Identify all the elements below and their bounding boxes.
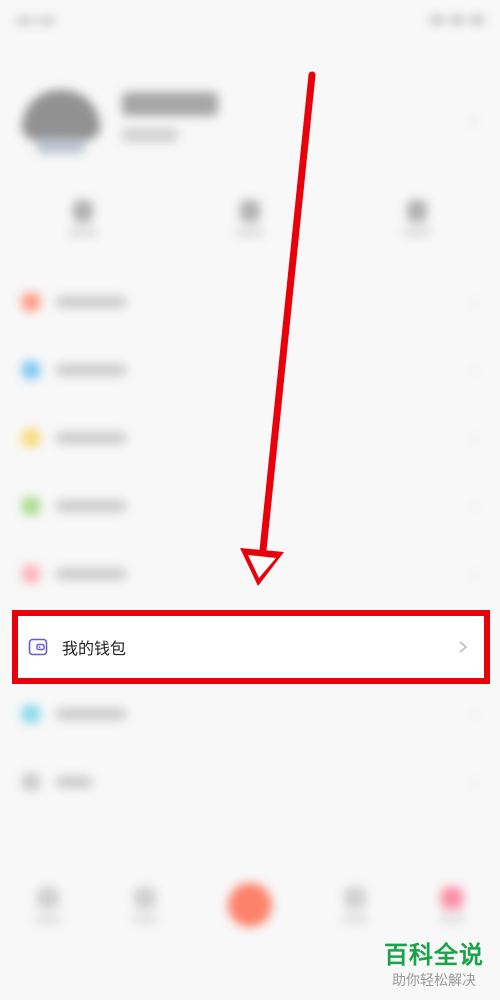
menu-item[interactable]: › bbox=[0, 268, 500, 336]
menu-item[interactable]: › bbox=[0, 540, 500, 608]
menu-list: › › › › › › › bbox=[0, 268, 500, 816]
avatar-badge bbox=[36, 138, 86, 154]
menu-item[interactable]: › bbox=[0, 472, 500, 540]
watermark: 百科全说 助你轻松解决 bbox=[384, 935, 484, 990]
chevron-right-icon: › bbox=[470, 108, 478, 132]
profile-name bbox=[122, 92, 218, 116]
menu-item[interactable]: › bbox=[0, 336, 500, 404]
stat-item[interactable] bbox=[230, 200, 270, 236]
my-wallet-label: 我的钱包 bbox=[62, 639, 127, 658]
nav-item[interactable] bbox=[131, 887, 158, 923]
blurred-background: ▪▪ ▪▪ › › › › › › › › bbox=[0, 0, 500, 1000]
stat-item[interactable] bbox=[63, 200, 103, 236]
profile-page: ▪▪ ▪▪ › › › › › › › › 我的钱包 百科全说 助你轻松解决 bbox=[0, 0, 500, 1000]
nav-item[interactable] bbox=[438, 887, 465, 923]
profile-meta bbox=[122, 128, 178, 142]
watermark-title: 百科全说 bbox=[384, 941, 484, 969]
stats-row bbox=[0, 200, 500, 236]
status-icons bbox=[430, 16, 484, 24]
chevron-right-icon bbox=[459, 641, 468, 653]
bottom-nav bbox=[0, 870, 500, 940]
menu-item[interactable]: › bbox=[0, 680, 500, 748]
avatar[interactable] bbox=[22, 90, 100, 140]
nav-item[interactable] bbox=[35, 887, 62, 923]
status-bar: ▪▪ ▪▪ bbox=[16, 8, 484, 32]
my-wallet-item[interactable]: 我的钱包 bbox=[12, 610, 490, 684]
nav-item[interactable] bbox=[342, 887, 369, 923]
watermark-subtitle: 助你轻松解决 bbox=[392, 973, 476, 989]
wallet-icon bbox=[28, 638, 48, 656]
nav-center-button[interactable] bbox=[227, 883, 272, 927]
status-left: ▪▪ ▪▪ bbox=[16, 12, 56, 28]
menu-item[interactable]: › bbox=[0, 404, 500, 472]
stat-item[interactable] bbox=[397, 200, 437, 236]
menu-item[interactable]: › bbox=[0, 748, 500, 816]
profile-header[interactable]: › bbox=[22, 78, 478, 168]
